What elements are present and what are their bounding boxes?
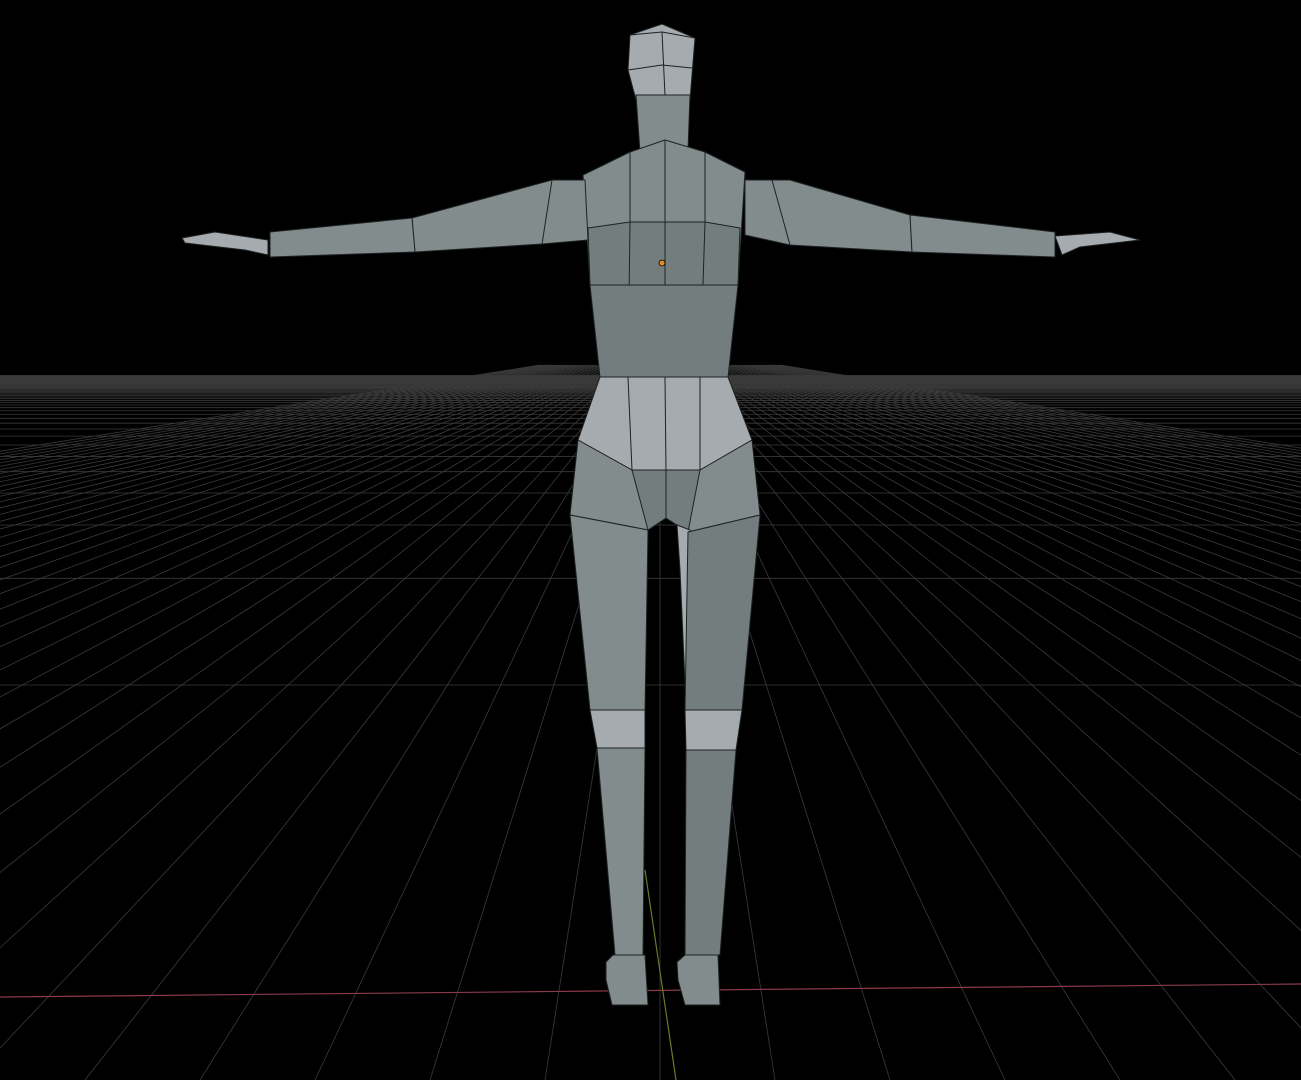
grid-line-depth: [680, 364, 1301, 931]
chest-panel: [587, 221, 741, 289]
right-knee[interactable]: [684, 709, 743, 751]
grid-line-depth: [0, 364, 601, 557]
grid-line-depth: [0, 364, 559, 471]
grid-line-depth: [0, 364, 592, 530]
grid-line-depth: [0, 364, 625, 698]
x-axis-line: [0, 983, 1301, 998]
grid-line-depth: [0, 364, 616, 628]
grid-line-depth: [776, 364, 1301, 452]
grid-line-depth: [0, 364, 628, 730]
grid-line-depth: [0, 364, 586, 515]
grid-line-depth: [0, 364, 574, 492]
3d-viewport[interactable]: [0, 0, 1301, 1080]
grid-line-depth: [0, 364, 631, 768]
character-mesh[interactable]: [181, 23, 1141, 1006]
grid-line-depth: [761, 364, 1301, 467]
grid-line-depth: [0, 364, 622, 671]
left-knee[interactable]: [589, 709, 646, 749]
left-shin[interactable]: [596, 747, 646, 956]
grid-line-depth: [677, 364, 1301, 1029]
grid-line-depth: [0, 364, 643, 1049]
grid-line-depth: [0, 364, 541, 452]
grid-line-depth: [743, 364, 1301, 493]
grid-line-depth: [683, 364, 1301, 858]
grid-line-depth: [0, 364, 598, 547]
lower-torso[interactable]: [589, 284, 739, 378]
grid-line-depth: [773, 364, 1301, 454]
grid-line-depth: [767, 364, 1301, 460]
left-thigh[interactable]: [569, 514, 649, 711]
grid-line-depth: [0, 364, 547, 458]
y-axis-line: [644, 869, 677, 1080]
grid-line-depth: [0, 364, 604, 569]
left-foot[interactable]: [605, 954, 649, 1006]
grid-line-depth: [749, 364, 1301, 483]
grid-line-depth: [704, 364, 1301, 620]
viewport-canvas[interactable]: [0, 0, 1301, 1080]
grid-line-depth: [0, 364, 619, 648]
grid-line-depth: [758, 364, 1301, 471]
head[interactable]: [627, 23, 696, 101]
grid-line-depth: [737, 364, 1301, 504]
grid-line-depth: [0, 364, 595, 538]
right-forearm[interactable]: [909, 214, 1056, 258]
grid-line-depth: [710, 364, 1301, 587]
grid-line-depth: [701, 364, 1301, 639]
grid-line-depth: [0, 364, 589, 522]
grid-line-depth: [698, 364, 1301, 662]
grid-line-depth: [740, 364, 1301, 498]
grid-line-depth: [0, 364, 553, 464]
grid-line-depth: [0, 364, 637, 874]
left-hand[interactable]: [181, 231, 269, 256]
grid-line-depth: [764, 364, 1301, 464]
grid-line-depth: [695, 364, 1301, 688]
right-thigh[interactable]: [684, 514, 761, 711]
grid-line-depth: [0, 364, 556, 467]
object-origin-dot: [658, 259, 666, 267]
right-hand[interactable]: [1054, 231, 1141, 256]
grid-line-depth: [707, 364, 1301, 603]
grid-line-depth: [0, 364, 607, 581]
right-shin[interactable]: [684, 749, 737, 956]
grid-line-depth: [0, 364, 640, 949]
right-upper-arm[interactable]: [744, 179, 913, 253]
left-forearm[interactable]: [269, 217, 416, 258]
grid-line-depth: [752, 364, 1301, 479]
grid-line-depth: [746, 364, 1301, 488]
right-foot[interactable]: [676, 954, 721, 1006]
left-upper-arm[interactable]: [411, 179, 589, 253]
grid-line-depth: [0, 364, 550, 461]
grid-line-depth: [0, 364, 634, 815]
